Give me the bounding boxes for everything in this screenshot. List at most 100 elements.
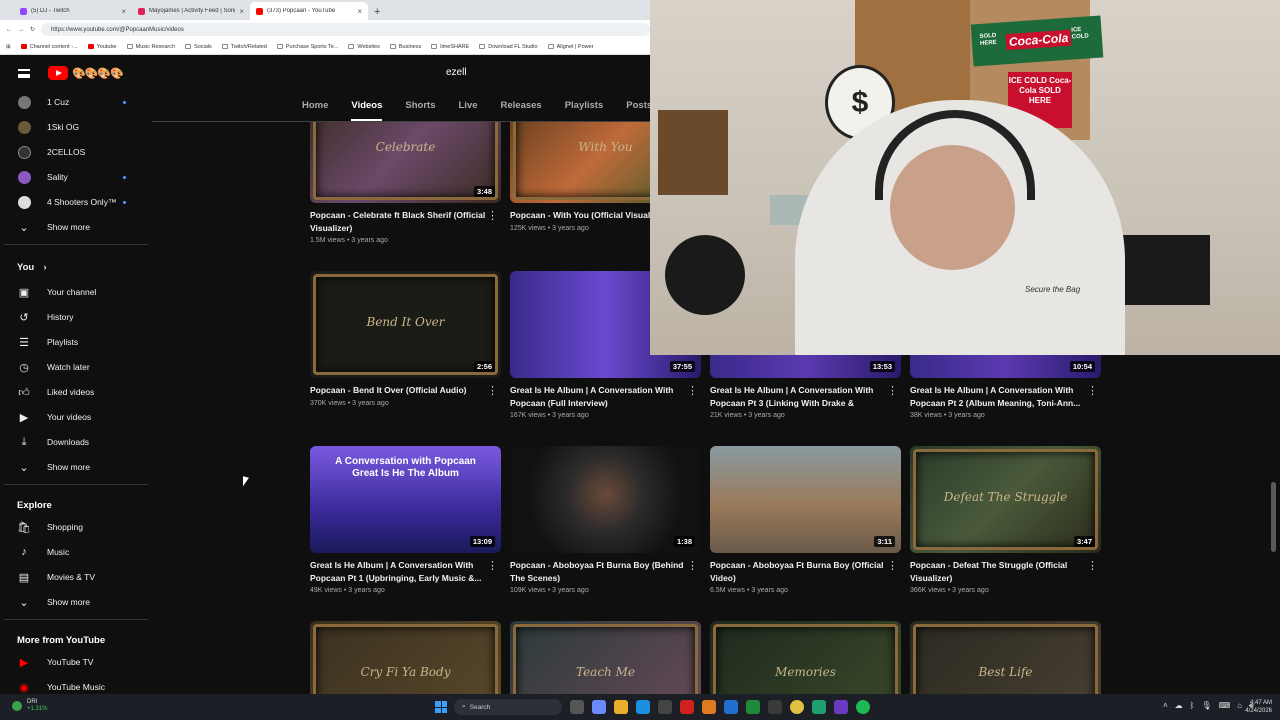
app-icon[interactable] xyxy=(724,700,738,714)
chevron-up-icon[interactable]: ˄ xyxy=(1163,701,1168,711)
video-card[interactable]: A Conversation with Popcaan Great Is He … xyxy=(310,446,501,594)
tab-home[interactable]: Home xyxy=(302,91,328,121)
video-title[interactable]: Great Is He Album | A Conversation With … xyxy=(910,384,1086,409)
video-thumbnail[interactable]: Bend It Over 2:56 xyxy=(310,271,501,378)
browser-tab-twitch[interactable]: (5) DJ - Twitch × xyxy=(14,2,132,20)
app-icon[interactable] xyxy=(834,700,848,714)
more-options-icon[interactable]: ⋮ xyxy=(687,559,698,572)
video-card[interactable]: Best Life xyxy=(910,621,1101,694)
video-thumbnail[interactable]: 3:11 xyxy=(710,446,901,553)
tab-posts[interactable]: Posts xyxy=(626,91,652,121)
browser-tab-songs[interactable]: Mayojames | Activity Feed | Song... × xyxy=(132,2,250,20)
video-title[interactable]: Great Is He Album | A Conversation With … xyxy=(710,384,886,409)
edge-icon[interactable] xyxy=(636,700,650,714)
more-options-icon[interactable]: ⋮ xyxy=(1087,384,1098,397)
bookmark-item[interactable]: Youtube xyxy=(87,44,117,50)
tab-title: (5) DJ - Twitch xyxy=(31,8,70,14)
spotify-icon[interactable] xyxy=(856,700,870,714)
video-card[interactable]: Bend It Over 2:56 Popcaan - Bend It Over… xyxy=(310,271,501,407)
browser-tab-youtube[interactable]: (373) Popcaan - YouTube × xyxy=(250,2,368,20)
more-options-icon[interactable]: ⋮ xyxy=(1087,559,1098,572)
cloud-icon[interactable]: ☁ xyxy=(1175,701,1183,711)
more-options-icon[interactable]: ⋮ xyxy=(887,559,898,572)
page-scrollbar[interactable] xyxy=(1271,482,1276,552)
terminal-icon[interactable] xyxy=(768,700,782,714)
tab-shorts[interactable]: Shorts xyxy=(405,91,435,121)
stock-widget[interactable]: DRI +1.31% xyxy=(12,699,48,713)
video-thumbnail[interactable]: Memories xyxy=(710,621,901,694)
bookmark-item[interactable]: limeSHARE xyxy=(431,44,469,50)
more-options-icon[interactable]: ⋮ xyxy=(487,559,498,572)
bookmark-item[interactable]: Purchase Sports Te... xyxy=(276,44,338,50)
sub-1-cuz[interactable]: 1 Cuz xyxy=(2,91,150,113)
video-title[interactable]: Great Is He Album | A Conversation With … xyxy=(310,559,486,584)
taskbar-search[interactable]: ⌕ Search xyxy=(454,699,562,715)
video-thumbnail[interactable]: Celebrate 3:48 xyxy=(310,122,501,203)
bookmark-item[interactable]: Twitch/Related xyxy=(221,44,267,50)
tab-releases[interactable]: Releases xyxy=(501,91,542,121)
bookmark-item[interactable]: Alignet | Power xyxy=(547,44,594,50)
hoodie-print: Secure the Bag xyxy=(1025,285,1081,294)
chrome-icon[interactable] xyxy=(790,700,804,714)
video-title[interactable]: Great Is He Album | A Conversation With … xyxy=(510,384,686,409)
language-icon[interactable]: ⌨ xyxy=(1219,701,1231,711)
more-options-icon[interactable]: ⋮ xyxy=(487,384,498,397)
bluetooth-icon[interactable]: ᛒ xyxy=(1190,701,1195,711)
reload-icon[interactable]: ↻ xyxy=(30,26,35,33)
forward-icon[interactable]: → xyxy=(18,27,24,33)
video-thumbnail[interactable]: 1:38 xyxy=(510,446,701,553)
video-thumbnail[interactable]: Defeat The Struggle 3:47 xyxy=(910,446,1101,553)
video-title[interactable]: Popcaan - Celebrate ft Black Sherif (Off… xyxy=(310,209,486,234)
url-input[interactable]: https://www.youtube.com/@PopcaanMusic/vi… xyxy=(41,23,650,36)
tab-playlists[interactable]: Playlists xyxy=(565,91,604,121)
more-options-icon[interactable]: ⋮ xyxy=(887,384,898,397)
bookmark-item[interactable]: Channel content -... xyxy=(20,44,78,50)
app-icon[interactable] xyxy=(658,700,672,714)
copilot-icon[interactable] xyxy=(592,700,606,714)
youtube-logo-icon[interactable] xyxy=(48,66,68,80)
duration-badge: 10:54 xyxy=(1069,361,1095,372)
search-input[interactable]: ezell xyxy=(446,67,467,78)
thumbnail-text: Memories xyxy=(775,665,836,679)
back-icon[interactable]: ← xyxy=(6,27,12,33)
app-icon[interactable] xyxy=(680,700,694,714)
fl-studio-icon[interactable] xyxy=(702,700,716,714)
tab-videos[interactable]: Videos xyxy=(351,91,383,121)
task-view-icon[interactable] xyxy=(570,700,584,714)
apps-icon[interactable]: ⊞ xyxy=(6,44,11,50)
video-card[interactable]: Cry Fi Ya Body xyxy=(310,621,501,694)
video-thumbnail[interactable]: Teach Me xyxy=(510,621,701,694)
bookmark-item[interactable]: Websites xyxy=(348,44,380,50)
close-tab-icon[interactable]: × xyxy=(121,7,126,16)
more-options-icon[interactable]: ⋮ xyxy=(687,384,698,397)
video-title[interactable]: Popcaan - Bend It Over (Official Audio) xyxy=(310,384,486,397)
bookmark-item[interactable]: Music Research xyxy=(126,44,175,50)
app-icon[interactable] xyxy=(812,700,826,714)
file-explorer-icon[interactable] xyxy=(614,700,628,714)
video-card[interactable]: Celebrate 3:48 Popcaan - Celebrate ft Bl… xyxy=(310,122,501,244)
video-thumbnail[interactable]: Best Life xyxy=(910,621,1101,694)
new-tab-button[interactable]: + xyxy=(368,6,386,20)
more-options-icon[interactable]: ⋮ xyxy=(487,209,498,222)
windows-start-icon[interactable] xyxy=(435,701,447,713)
video-card[interactable]: Teach Me xyxy=(510,621,701,694)
mic-icon[interactable]: 🎙︎ xyxy=(1201,701,1211,711)
video-card[interactable]: Memories xyxy=(710,621,901,694)
video-title[interactable]: Popcaan - Aboboyaa Ft Burna Boy (Behind … xyxy=(510,559,686,584)
video-card[interactable]: Defeat The Struggle 3:47 Popcaan - Defea… xyxy=(910,446,1101,594)
taskbar-clock[interactable]: 4:47 AM 4/24/2026 xyxy=(1238,699,1272,715)
video-card[interactable]: 1:38 Popcaan - Aboboyaa Ft Burna Boy (Be… xyxy=(510,446,701,594)
video-thumbnail[interactable]: A Conversation with Popcaan Great Is He … xyxy=(310,446,501,553)
bookmark-item[interactable]: Socials xyxy=(185,44,212,50)
bookmark-item[interactable]: Download FL Studio xyxy=(479,44,538,50)
menu-icon[interactable] xyxy=(18,69,30,78)
video-card[interactable]: 3:11 Popcaan - Aboboyaa Ft Burna Boy (Of… xyxy=(710,446,901,594)
close-tab-icon[interactable]: × xyxy=(357,7,362,16)
video-title[interactable]: Popcaan - Aboboyaa Ft Burna Boy (Officia… xyxy=(710,559,886,584)
excel-icon[interactable] xyxy=(746,700,760,714)
tab-live[interactable]: Live xyxy=(458,91,477,121)
video-title[interactable]: Popcaan - Defeat The Struggle (Official … xyxy=(910,559,1086,584)
close-tab-icon[interactable]: × xyxy=(239,7,244,16)
video-thumbnail[interactable]: Cry Fi Ya Body xyxy=(310,621,501,694)
bookmark-item[interactable]: Business xyxy=(389,44,421,50)
